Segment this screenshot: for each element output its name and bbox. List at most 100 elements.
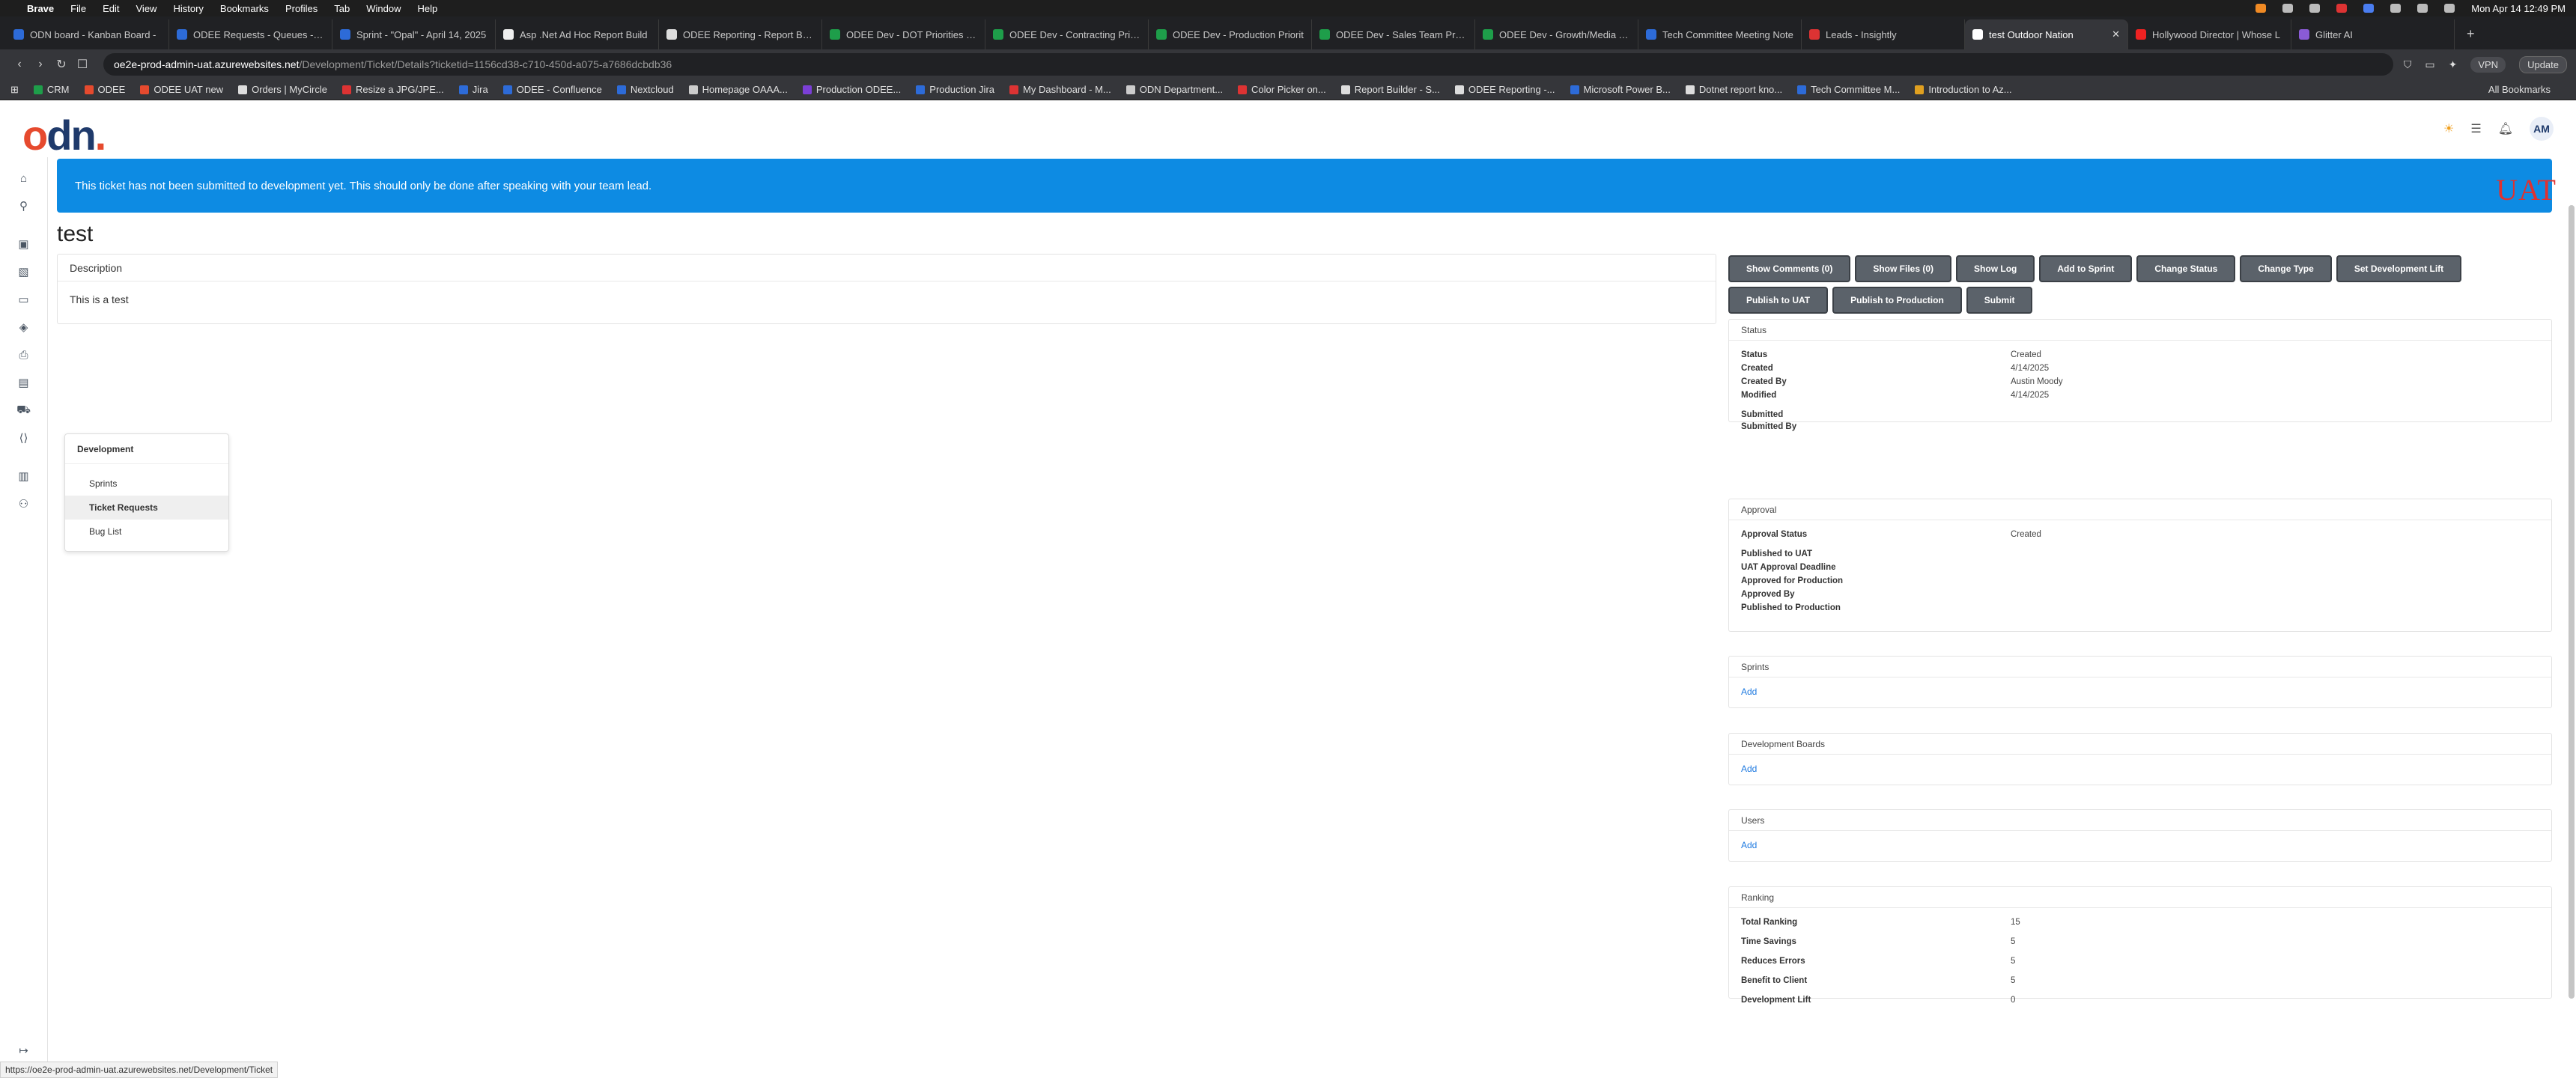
status-app-icon[interactable]: [2363, 4, 2375, 13]
bell-icon[interactable]: 🔔︎: [2498, 121, 2513, 136]
bookmark-item[interactable]: ODEE UAT new: [140, 84, 223, 95]
change-status-button[interactable]: Change Status: [2136, 255, 2236, 282]
sidebar-toggle-icon[interactable]: ▭: [2425, 58, 2434, 71]
book-icon[interactable]: ▤: [13, 372, 34, 393]
search-icon[interactable]: ⚲: [13, 195, 34, 216]
menu-profiles[interactable]: Profiles: [285, 3, 318, 14]
image-icon[interactable]: ▧: [13, 261, 34, 282]
bookmark-item[interactable]: Report Builder - S...: [1340, 84, 1440, 95]
add-to-sprint-button[interactable]: Add to Sprint: [2039, 255, 2133, 282]
browser-tab[interactable]: Asp .Net Ad Hoc Report Build: [496, 19, 659, 49]
list-icon[interactable]: ☰: [2470, 121, 2481, 136]
apps-grid-icon[interactable]: ⊞: [10, 84, 19, 96]
forward-icon[interactable]: ›: [30, 58, 51, 71]
browser-tab[interactable]: Tech Committee Meeting Note: [1638, 19, 1802, 49]
briefcase-icon[interactable]: ▣: [13, 234, 34, 255]
menu-file[interactable]: File: [70, 3, 86, 14]
browser-tab[interactable]: ODEE Dev - Growth/Media Tea: [1475, 19, 1638, 49]
odn-logo[interactable]: odn.: [22, 111, 106, 159]
browser-tab[interactable]: test Outdoor Nation ✕: [1965, 19, 2128, 49]
add-sprint-link[interactable]: Add: [1741, 686, 1757, 697]
browser-tab[interactable]: Hollywood Director | Whose L: [2128, 19, 2291, 49]
menu-view[interactable]: View: [136, 3, 157, 14]
bookmark-item[interactable]: Resize a JPG/JPE...: [341, 84, 444, 95]
change-type-button[interactable]: Change Type: [2240, 255, 2332, 282]
code-icon[interactable]: ⟨⟩: [13, 427, 34, 448]
printer-icon[interactable]: ⎙: [13, 344, 34, 365]
browser-tab[interactable]: ODEE Dev - DOT Priorities Lis: [822, 19, 985, 49]
menu-tab[interactable]: Tab: [334, 3, 350, 14]
page-scrollbar[interactable]: [2569, 205, 2575, 999]
address-bar[interactable]: oe2e-prod-admin-uat.azurewebsites.net/De…: [103, 53, 2393, 76]
bookmark-item[interactable]: ODEE Reporting -...: [1454, 84, 1555, 95]
show-files-button[interactable]: Show Files (0): [1855, 255, 1952, 282]
app-menu[interactable]: Brave: [27, 3, 54, 14]
flyout-item-ticket-requests[interactable]: Ticket Requests: [65, 496, 228, 520]
tag-icon[interactable]: ◈: [13, 317, 34, 338]
bookmark-item[interactable]: My Dashboard - M...: [1009, 84, 1111, 95]
show-log-button[interactable]: Show Log: [1956, 255, 2035, 282]
menu-help[interactable]: Help: [418, 3, 438, 14]
browser-tab[interactable]: ODN board - Kanban Board -: [6, 19, 169, 49]
monitor-icon[interactable]: ▭: [13, 289, 34, 310]
bookmark-item[interactable]: Jira: [458, 84, 488, 95]
battery-icon[interactable]: [2444, 4, 2455, 13]
publish-to-uat-button[interactable]: Publish to UAT: [1728, 287, 1829, 314]
status-app-icon[interactable]: [2390, 4, 2402, 13]
tab-close-icon[interactable]: ✕: [2106, 28, 2120, 40]
bookmark-item[interactable]: Orders | MyCircle: [238, 84, 327, 95]
bookmark-item[interactable]: Production Jira: [916, 84, 994, 95]
home-icon[interactable]: ⌂: [13, 168, 34, 189]
browser-tab[interactable]: ODEE Dev - Sales Team Priorit: [1312, 19, 1475, 49]
status-app-icon[interactable]: [2282, 4, 2294, 13]
bookmark-icon[interactable]: ☐: [72, 57, 93, 72]
users-icon[interactable]: ⚇: [13, 493, 34, 514]
bookmark-item[interactable]: ODEE: [84, 84, 125, 95]
bookmark-item[interactable]: Homepage OAAA...: [688, 84, 788, 95]
system-clock[interactable]: Mon Apr 14 12:49 PM: [2471, 3, 2566, 14]
bookmark-item[interactable]: CRM: [33, 84, 70, 95]
browser-tab[interactable]: ODEE Dev - Contracting Priori: [985, 19, 1149, 49]
bookmark-item[interactable]: Introduction to Az...: [1915, 84, 2012, 95]
archive-icon[interactable]: ▥: [13, 466, 34, 487]
logout-icon[interactable]: ↦: [13, 1040, 34, 1061]
browser-tab[interactable]: ODEE Reporting - Report Build: [659, 19, 822, 49]
flyout-item-sprints[interactable]: Sprints: [65, 472, 228, 496]
menu-window[interactable]: Window: [366, 3, 401, 14]
status-app-icon[interactable]: [2255, 4, 2267, 13]
truck-icon[interactable]: ⛟: [13, 400, 34, 421]
brave-shields-icon[interactable]: ⛉: [2404, 58, 2412, 71]
submit-button[interactable]: Submit: [1966, 287, 2033, 314]
bookmark-item[interactable]: Microsoft Power B...: [1570, 84, 1671, 95]
bookmark-item[interactable]: Tech Committee M...: [1797, 84, 1900, 95]
set-development-lift-button[interactable]: Set Development Lift: [2336, 255, 2462, 282]
show-comments-button[interactable]: Show Comments (0): [1728, 255, 1851, 282]
publish-to-production-button[interactable]: Publish to Production: [1832, 287, 1962, 314]
bookmark-item[interactable]: Color Picker on...: [1238, 84, 1326, 95]
bookmark-item[interactable]: Dotnet report kno...: [1685, 84, 1782, 95]
add-user-link[interactable]: Add: [1741, 840, 1757, 850]
browser-tab[interactable]: ODEE Dev - Production Priorit: [1149, 19, 1312, 49]
status-app-icon[interactable]: [2309, 4, 2321, 13]
menu-edit[interactable]: Edit: [103, 3, 119, 14]
menu-history[interactable]: History: [173, 3, 203, 14]
reload-icon[interactable]: ↻: [51, 57, 72, 72]
status-app-icon[interactable]: [2336, 4, 2348, 13]
vpn-button[interactable]: VPN: [2470, 56, 2506, 73]
new-tab-icon[interactable]: +: [2467, 26, 2475, 42]
extensions-icon[interactable]: ✦: [2449, 58, 2458, 71]
browser-tab[interactable]: Leads - Insightly: [1802, 19, 1965, 49]
wifi-icon[interactable]: [2417, 4, 2428, 13]
flyout-item-bug-list[interactable]: Bug List: [65, 520, 228, 543]
bookmark-item[interactable]: ODN Department...: [1126, 84, 1223, 95]
browser-tab[interactable]: ODEE Requests - Queues - All: [169, 19, 332, 49]
browser-tab[interactable]: Glitter AI: [2291, 19, 2455, 49]
all-bookmarks-button[interactable]: All Bookmarks: [2488, 84, 2551, 95]
theme-sun-icon[interactable]: ☀: [2443, 121, 2454, 136]
browser-tab[interactable]: Sprint - "Opal" - April 14, 2025: [332, 19, 496, 49]
avatar[interactable]: AM: [2530, 117, 2554, 141]
back-icon[interactable]: ‹: [9, 58, 30, 71]
bookmark-item[interactable]: Production ODEE...: [802, 84, 901, 95]
menu-bookmarks[interactable]: Bookmarks: [220, 3, 269, 14]
bookmark-item[interactable]: ODEE - Confluence: [502, 84, 602, 95]
